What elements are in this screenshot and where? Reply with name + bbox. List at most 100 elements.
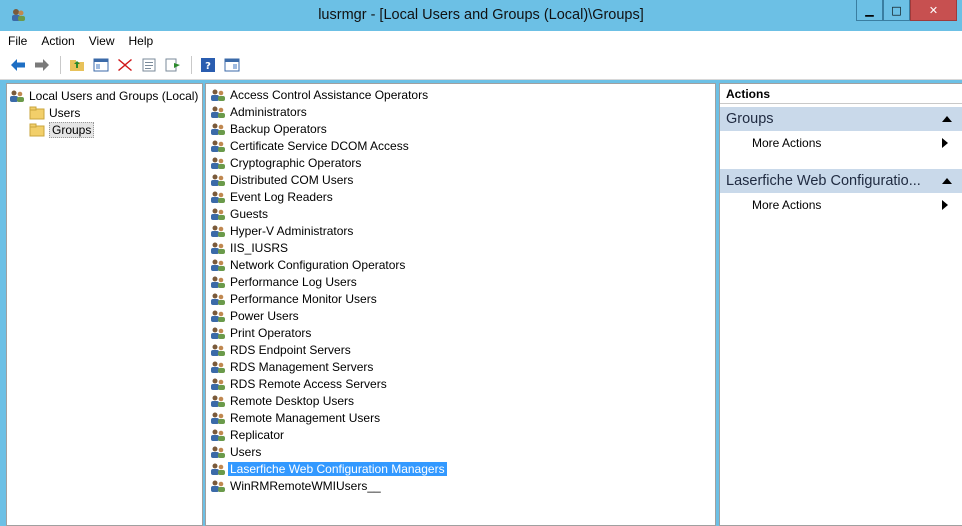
maximize-button[interactable]: □ xyxy=(883,0,910,21)
folder-icon xyxy=(29,106,45,119)
properties-icon[interactable] xyxy=(139,55,159,75)
actions-section-title: Laserfiche Web Configuratio... xyxy=(726,173,921,189)
submenu-arrow-icon xyxy=(942,199,948,210)
group-icon xyxy=(211,412,225,424)
more-actions-link[interactable]: More Actions xyxy=(720,131,962,154)
group-name: Remote Management Users xyxy=(230,410,381,425)
group-row[interactable]: RDS Remote Access Servers xyxy=(206,375,715,392)
group-row[interactable]: Remote Management Users xyxy=(206,409,715,426)
group-row[interactable]: Replicator xyxy=(206,426,715,443)
collapse-up-icon xyxy=(942,178,952,184)
window-title: lusrmgr - [Local Users and Groups (Local… xyxy=(318,7,644,23)
toolbar-separator xyxy=(191,56,192,74)
group-icon xyxy=(211,378,225,390)
group-row[interactable]: RDS Endpoint Servers xyxy=(206,341,715,358)
group-icon xyxy=(211,191,225,203)
menu-help[interactable]: Help xyxy=(129,34,154,48)
group-icon xyxy=(211,89,225,101)
menu-file[interactable]: File xyxy=(8,34,27,48)
group-icon xyxy=(211,463,225,475)
group-row[interactable]: Certificate Service DCOM Access xyxy=(206,137,715,154)
group-name: Distributed COM Users xyxy=(230,172,354,187)
group-row[interactable]: IIS_IUSRS xyxy=(206,239,715,256)
svg-text:?: ? xyxy=(205,61,211,72)
group-icon xyxy=(211,395,225,407)
folder-icon xyxy=(29,123,45,136)
group-row[interactable]: Administrators xyxy=(206,103,715,120)
show-hide-action-pane-icon[interactable] xyxy=(222,55,242,75)
group-icon xyxy=(211,480,225,492)
close-button[interactable]: ✕ xyxy=(910,0,957,21)
group-row[interactable]: Performance Log Users xyxy=(206,273,715,290)
group-icon xyxy=(211,276,225,288)
more-actions-link[interactable]: More Actions xyxy=(720,193,962,216)
group-row[interactable]: Users xyxy=(206,443,715,460)
group-icon xyxy=(211,106,225,118)
group-row[interactable]: Performance Monitor Users xyxy=(206,290,715,307)
back-arrow-icon[interactable] xyxy=(8,55,28,75)
group-row[interactable]: Print Operators xyxy=(206,324,715,341)
toolbar-separator xyxy=(60,56,61,74)
group-name: Users xyxy=(230,444,262,459)
group-icon xyxy=(211,242,225,254)
collapse-up-icon xyxy=(942,116,952,122)
tree-item-groups[interactable]: Groups xyxy=(7,121,202,138)
group-icon xyxy=(211,293,225,305)
help-icon[interactable]: ? xyxy=(198,55,218,75)
group-name: Replicator xyxy=(230,427,285,442)
group-row[interactable]: RDS Management Servers xyxy=(206,358,715,375)
group-row[interactable]: Remote Desktop Users xyxy=(206,392,715,409)
actions-section-selected-group[interactable]: Laserfiche Web Configuratio... xyxy=(720,169,962,193)
menu-view[interactable]: View xyxy=(89,34,115,48)
tree-pane: Local Users and Groups (Local) Users Gro… xyxy=(6,83,203,526)
group-name: Power Users xyxy=(230,308,299,323)
group-icon xyxy=(211,123,225,135)
groups-list: Access Control Assistance Operators Admin… xyxy=(206,84,715,494)
group-icon xyxy=(211,259,225,271)
group-row[interactable]: Backup Operators xyxy=(206,120,715,137)
group-row[interactable]: Laserfiche Web Configuration Managers xyxy=(206,460,715,477)
minimize-button[interactable]: ▁ xyxy=(856,0,883,21)
group-row[interactable]: Distributed COM Users xyxy=(206,171,715,188)
export-list-icon[interactable] xyxy=(163,55,183,75)
group-name: Certificate Service DCOM Access xyxy=(230,138,409,153)
up-folder-icon[interactable] xyxy=(67,55,87,75)
group-name: IIS_IUSRS xyxy=(230,240,289,255)
actions-header: Actions xyxy=(720,84,962,104)
actions-section-groups[interactable]: Groups xyxy=(720,107,962,131)
group-name: Print Operators xyxy=(230,325,312,340)
group-name: Network Configuration Operators xyxy=(230,257,406,272)
group-icon xyxy=(211,310,225,322)
menu-action[interactable]: Action xyxy=(41,34,74,48)
group-row[interactable]: Guests xyxy=(206,205,715,222)
group-name: Performance Log Users xyxy=(230,274,357,289)
title-bar: lusrmgr - [Local Users and Groups (Local… xyxy=(0,0,962,31)
toolbar: ? xyxy=(0,51,962,80)
group-row[interactable]: Access Control Assistance Operators xyxy=(206,86,715,103)
group-icon xyxy=(211,429,225,441)
group-row[interactable]: Power Users xyxy=(206,307,715,324)
tree-root[interactable]: Local Users and Groups (Local) xyxy=(7,87,202,104)
group-row[interactable]: WinRMRemoteWMIUsers__ xyxy=(206,477,715,494)
group-row[interactable]: Cryptographic Operators xyxy=(206,154,715,171)
group-icon xyxy=(211,140,225,152)
forward-arrow-icon[interactable] xyxy=(32,55,52,75)
group-icon xyxy=(211,344,225,356)
group-icon xyxy=(211,157,225,169)
group-row[interactable]: Hyper-V Administrators xyxy=(206,222,715,239)
group-name: Performance Monitor Users xyxy=(230,291,377,306)
group-row[interactable]: Network Configuration Operators xyxy=(206,256,715,273)
group-row[interactable]: Event Log Readers xyxy=(206,188,715,205)
tree-item-label: Users xyxy=(49,105,81,120)
groups-list-pane: Access Control Assistance Operators Admin… xyxy=(205,83,716,526)
group-name: Administrators xyxy=(230,104,307,119)
group-name: Guests xyxy=(230,206,269,221)
group-icon xyxy=(211,174,225,186)
actions-pane: Actions Groups More Actions Laserfiche W… xyxy=(719,83,962,526)
group-icon xyxy=(211,208,225,220)
tree-item-users[interactable]: Users xyxy=(7,104,202,121)
delete-icon[interactable] xyxy=(115,55,135,75)
show-hide-tree-icon[interactable] xyxy=(91,55,111,75)
group-name: RDS Management Servers xyxy=(230,359,374,374)
users-groups-icon xyxy=(10,90,24,102)
